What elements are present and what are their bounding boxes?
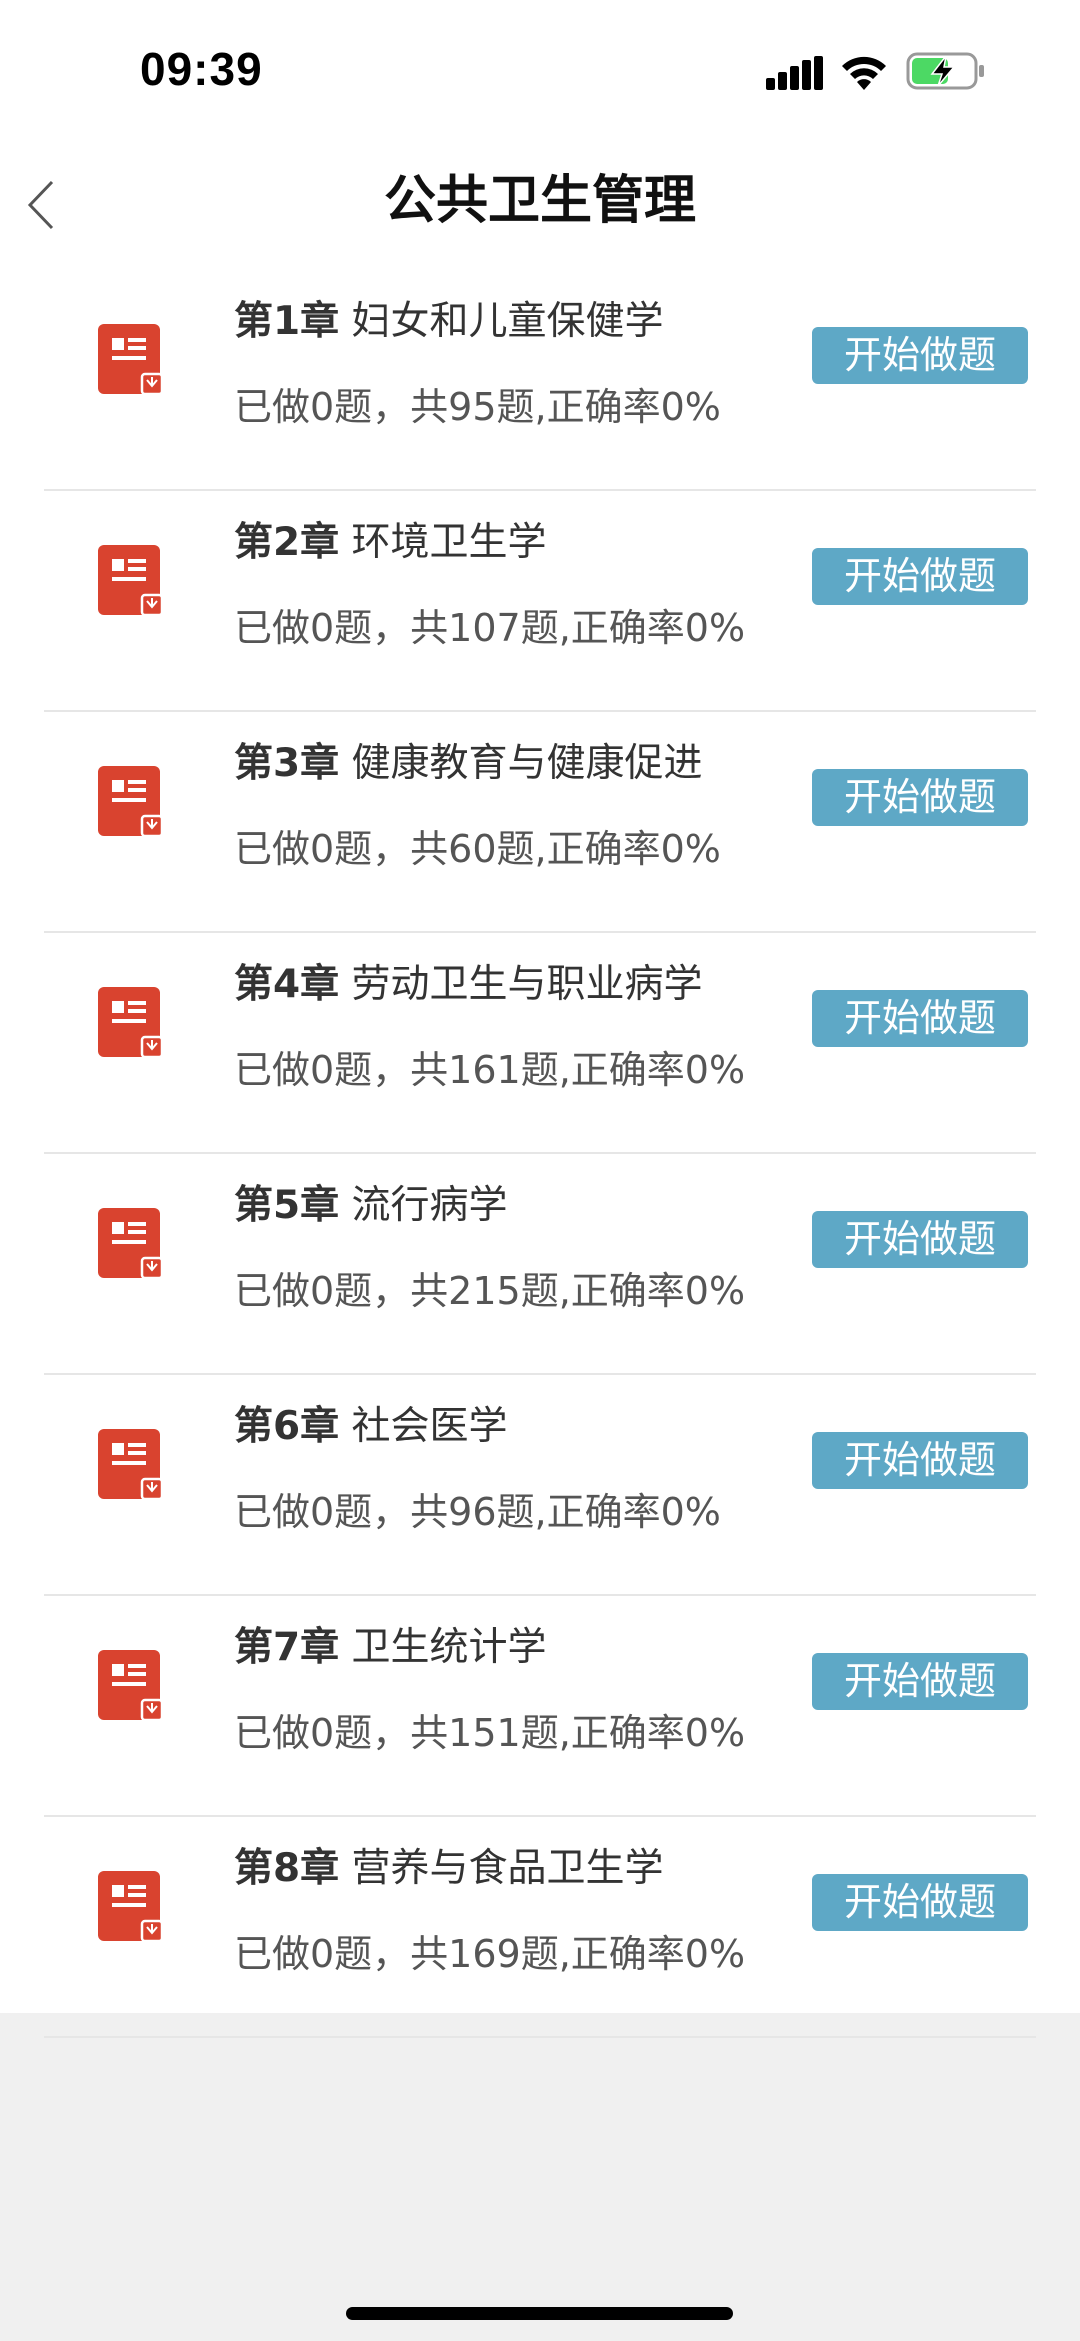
exercise-book-icon bbox=[98, 766, 164, 838]
content-area: 09:39 公共卫生管理 第1章 妇女和儿童保健学 已做0题，共95题,正确率0… bbox=[0, 0, 1080, 2038]
home-indicator[interactable] bbox=[346, 2307, 733, 2320]
status-time: 09:39 bbox=[140, 43, 263, 95]
chapter-stats: 已做0题，共60题,正确率0% bbox=[234, 827, 721, 871]
chapter-stats: 已做0题，共96题,正确率0% bbox=[234, 1490, 721, 1534]
battery-charging-icon bbox=[906, 52, 984, 90]
exercise-book-icon bbox=[98, 545, 164, 617]
start-exercise-button[interactable]: 开始做题 bbox=[812, 1211, 1028, 1268]
exercise-book-icon bbox=[98, 1429, 164, 1501]
screen: 09:39 公共卫生管理 第1章 妇女和儿童保健学 已做0题，共95题,正确率0… bbox=[0, 0, 1080, 2341]
chapter-title: 第8章 营养与食品卫生学 bbox=[234, 1837, 664, 1893]
nav-bar: 公共卫生管理 bbox=[0, 140, 1080, 270]
exercise-book-icon bbox=[98, 987, 164, 1059]
chapter-number: 第6章 bbox=[234, 1404, 340, 1449]
start-exercise-button[interactable]: 开始做题 bbox=[812, 327, 1028, 384]
chapter-number: 第3章 bbox=[234, 741, 340, 786]
chapter-row-3[interactable]: 第3章 健康教育与健康促进 已做0题，共60题,正确率0% 开始做题 bbox=[0, 712, 1080, 933]
chapter-name: 劳动卫生与职业病学 bbox=[351, 962, 703, 1007]
divider bbox=[44, 2036, 1036, 2038]
exercise-book-icon bbox=[98, 324, 164, 396]
start-exercise-button[interactable]: 开始做题 bbox=[812, 1432, 1028, 1489]
chapter-name: 营养与食品卫生学 bbox=[351, 1846, 664, 1891]
exercise-book-icon bbox=[98, 1208, 164, 1280]
chapter-number: 第2章 bbox=[234, 520, 340, 565]
chapter-name: 环境卫生学 bbox=[351, 520, 547, 565]
chapter-row-6[interactable]: 第6章 社会医学 已做0题，共96题,正确率0% 开始做题 bbox=[0, 1375, 1080, 1596]
chapter-title: 第7章 卫生统计学 bbox=[234, 1616, 547, 1672]
chapter-stats: 已做0题，共151题,正确率0% bbox=[234, 1711, 746, 1755]
chapter-name: 卫生统计学 bbox=[351, 1625, 547, 1670]
start-exercise-button[interactable]: 开始做题 bbox=[812, 1874, 1028, 1931]
chapter-number: 第8章 bbox=[234, 1846, 340, 1891]
start-exercise-button[interactable]: 开始做题 bbox=[812, 1653, 1028, 1710]
chapter-title: 第5章 流行病学 bbox=[234, 1174, 508, 1230]
chapter-row-7[interactable]: 第7章 卫生统计学 已做0题，共151题,正确率0% 开始做题 bbox=[0, 1596, 1080, 1817]
exercise-book-icon bbox=[98, 1871, 164, 1943]
chapter-title: 第1章 妇女和儿童保健学 bbox=[234, 290, 664, 346]
chapter-name: 妇女和儿童保健学 bbox=[351, 299, 664, 344]
chapter-stats: 已做0题，共169题,正确率0% bbox=[234, 1932, 746, 1976]
exercise-book-icon bbox=[98, 1650, 164, 1722]
wifi-icon bbox=[842, 56, 886, 90]
start-exercise-button[interactable]: 开始做题 bbox=[812, 548, 1028, 605]
start-exercise-button[interactable]: 开始做题 bbox=[812, 769, 1028, 826]
chapter-row-2[interactable]: 第2章 环境卫生学 已做0题，共107题,正确率0% 开始做题 bbox=[0, 491, 1080, 712]
chapter-name: 社会医学 bbox=[351, 1404, 508, 1449]
chapter-title: 第4章 劳动卫生与职业病学 bbox=[234, 953, 703, 1009]
chapter-title: 第3章 健康教育与健康促进 bbox=[234, 732, 703, 788]
chapter-number: 第1章 bbox=[234, 299, 340, 344]
chapter-name: 健康教育与健康促进 bbox=[351, 741, 703, 786]
chapter-row-4[interactable]: 第4章 劳动卫生与职业病学 已做0题，共161题,正确率0% 开始做题 bbox=[0, 933, 1080, 1154]
chapter-row-8[interactable]: 第8章 营养与食品卫生学 已做0题，共169题,正确率0% 开始做题 bbox=[0, 1817, 1080, 2038]
chapter-list: 第1章 妇女和儿童保健学 已做0题，共95题,正确率0% 开始做题 第2章 环境… bbox=[0, 270, 1080, 2038]
chapter-stats: 已做0题，共161题,正确率0% bbox=[234, 1048, 746, 1092]
chapter-number: 第4章 bbox=[234, 962, 340, 1007]
chapter-row-5[interactable]: 第5章 流行病学 已做0题，共215题,正确率0% 开始做题 bbox=[0, 1154, 1080, 1375]
chapter-title: 第2章 环境卫生学 bbox=[234, 511, 547, 567]
start-exercise-button[interactable]: 开始做题 bbox=[812, 990, 1028, 1047]
chapter-row-1[interactable]: 第1章 妇女和儿童保健学 已做0题，共95题,正确率0% 开始做题 bbox=[0, 270, 1080, 491]
chapter-number: 第5章 bbox=[234, 1183, 340, 1228]
status-bar: 09:39 bbox=[0, 0, 1080, 140]
chapter-number: 第7章 bbox=[234, 1625, 340, 1670]
chapter-name: 流行病学 bbox=[351, 1183, 508, 1228]
chapter-title: 第6章 社会医学 bbox=[234, 1395, 508, 1451]
page-title: 公共卫生管理 bbox=[383, 171, 696, 231]
chapter-stats: 已做0题，共107题,正确率0% bbox=[234, 606, 746, 650]
chapter-stats: 已做0题，共215题,正确率0% bbox=[234, 1269, 746, 1313]
chapter-stats: 已做0题，共95题,正确率0% bbox=[234, 385, 721, 429]
signal-icon bbox=[766, 56, 824, 90]
